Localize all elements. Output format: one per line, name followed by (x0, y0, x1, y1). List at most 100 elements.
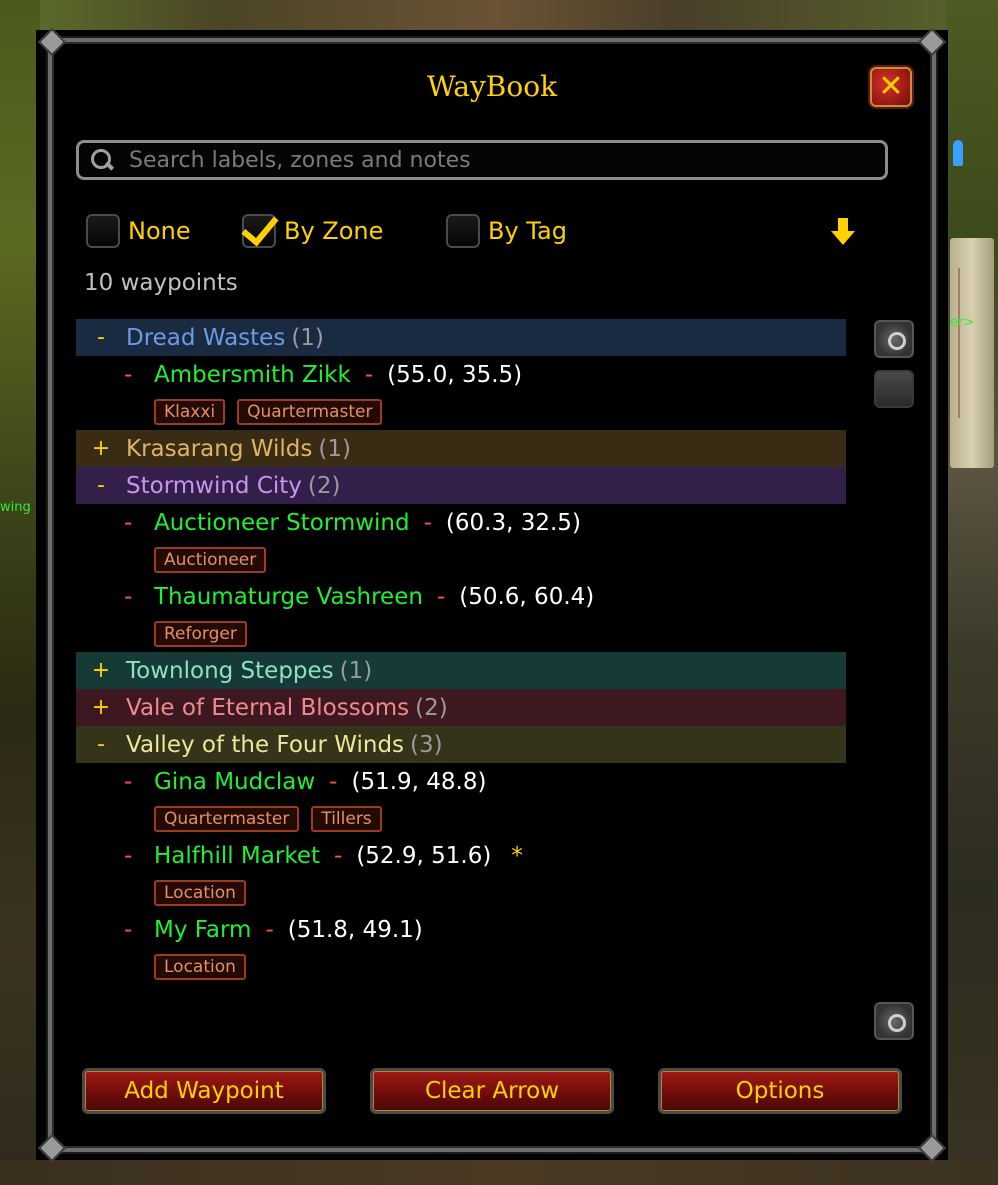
checkmark-icon (241, 207, 279, 247)
zone-waypoint-count: (1) (318, 435, 351, 462)
tag-badge[interactable]: Reforger (154, 620, 247, 647)
add-waypoint-button[interactable]: Add Waypoint (82, 1068, 326, 1114)
waypoint-name: My Farm (154, 916, 252, 943)
down-arrow-icon[interactable] (830, 218, 856, 248)
remove-waypoint-dash[interactable]: - (124, 917, 154, 943)
group-by-zone-option[interactable]: By Zone (241, 207, 384, 248)
zone-name: Dread Wastes (126, 324, 286, 351)
tag-badge[interactable]: Klaxxi (154, 398, 226, 425)
waypoint-separator: - (265, 916, 274, 943)
expand-toggle[interactable]: + (76, 658, 126, 683)
quest-marker-icon (953, 140, 963, 166)
group-none-option[interactable]: None (86, 214, 191, 248)
zone-name: Krasarang Wilds (126, 435, 313, 462)
world-background-left (0, 0, 40, 1185)
waypoint-coordinates: (51.9, 48.8) (351, 768, 487, 795)
waypoint-name: Thaumaturge Vashreen (154, 583, 423, 610)
zone-header[interactable]: - Dread Wastes (1) (76, 319, 846, 356)
zone-header[interactable]: + Krasarang Wilds (1) (76, 430, 846, 467)
zone-header[interactable]: + Townlong Steppes (1) (76, 652, 846, 689)
waypoint-star-marker: * (511, 842, 523, 869)
waypoint-tags: Klaxxi Quartermaster (76, 393, 846, 430)
waypoint-tags: Quartermaster Tillers (76, 800, 846, 837)
remove-waypoint-dash[interactable]: - (124, 769, 154, 795)
waypoint-separator: - (334, 842, 343, 869)
waypoint-tags: Location (76, 874, 846, 911)
scroll-down-button[interactable] (874, 1002, 914, 1040)
waypoint-separator: - (364, 361, 374, 388)
expand-toggle[interactable]: + (76, 695, 126, 720)
remove-waypoint-dash[interactable]: - (124, 362, 154, 388)
world-nameplate-left: wing (0, 500, 31, 515)
scrollbar-thumb[interactable] (874, 370, 914, 408)
group-none-label: None (128, 217, 191, 245)
world-background-right (946, 0, 998, 1185)
zone-waypoint-count: (2) (415, 694, 448, 721)
waypoint-coordinates: (55.0, 35.5) (387, 361, 523, 388)
zone-waypoint-count: (3) (410, 731, 443, 758)
waybook-window: WayBook ✕ None By Zone By Tag 10 waypoin… (36, 27, 948, 1163)
remove-waypoint-dash[interactable]: - (124, 843, 154, 869)
zone-name: Stormwind City (126, 472, 302, 499)
waypoint-separator: - (329, 768, 338, 795)
waypoint-coordinates: (60.3, 32.5) (445, 509, 581, 536)
waypoint-row[interactable]: - Auctioneer Stormwind - (60.3, 32.5) (76, 504, 846, 541)
zone-name: Valley of the Four Winds (126, 731, 405, 758)
group-by-tag-option[interactable]: By Tag (446, 214, 567, 248)
options-button[interactable]: Options (658, 1068, 902, 1114)
group-by-zone-checkbox[interactable] (241, 207, 279, 248)
collapse-toggle[interactable]: - (76, 732, 126, 757)
waypoint-row[interactable]: - Halfhill Market - (52.9, 51.6) * (76, 837, 846, 874)
waypoint-name: Gina Mudclaw (154, 768, 316, 795)
tag-badge[interactable]: Location (154, 953, 246, 980)
zone-header[interactable]: + Vale of Eternal Blossoms (2) (76, 689, 846, 726)
waypoint-row[interactable]: - Gina Mudclaw - (51.9, 48.8) (76, 763, 846, 800)
collapse-toggle[interactable]: - (76, 473, 126, 498)
clear-arrow-button[interactable]: Clear Arrow (370, 1068, 614, 1114)
waypoint-separator: - (436, 583, 446, 610)
world-nameplate-right: er> (950, 315, 975, 330)
waypoint-coordinates: (51.8, 49.1) (287, 916, 423, 943)
remove-waypoint-dash[interactable]: - (124, 584, 154, 610)
group-by-tag-label: By Tag (488, 217, 567, 245)
world-scroll-banner (950, 238, 994, 468)
waypoint-row[interactable]: - Thaumaturge Vashreen - (50.6, 60.4) (76, 578, 846, 615)
waypoint-tags: Reforger (76, 615, 846, 652)
tag-badge[interactable]: Auctioneer (154, 546, 267, 573)
zone-waypoint-count: (1) (339, 657, 373, 684)
world-background-bottom (0, 1160, 998, 1185)
waypoint-list: - Dread Wastes (1) - Ambersmith Zikk - (55.0, … (76, 319, 846, 985)
search-icon (89, 147, 115, 173)
waypoint-name: Ambersmith Zikk (154, 361, 351, 388)
waypoint-separator: - (423, 509, 432, 536)
close-button[interactable]: ✕ (868, 65, 914, 109)
waypoint-coordinates: (52.9, 51.6) (356, 842, 492, 869)
waypoint-tags: Auctioneer (76, 541, 846, 578)
scroll-up-button[interactable] (874, 320, 914, 358)
waypoint-row[interactable]: - My Farm - (51.8, 49.1) (76, 911, 846, 948)
zone-header[interactable]: - Stormwind City (2) (76, 467, 846, 504)
waypoint-count: 10 waypoints (84, 270, 238, 296)
waypoint-tags: Location (76, 948, 846, 985)
close-x-icon: ✕ (878, 69, 904, 104)
zone-waypoint-count: (1) (291, 324, 324, 351)
waypoint-row[interactable]: - Ambersmith Zikk - (55.0, 35.5) (76, 356, 846, 393)
tag-badge[interactable]: Tillers (311, 805, 382, 832)
group-by-tag-checkbox[interactable] (446, 214, 480, 248)
remove-waypoint-dash[interactable]: - (124, 510, 154, 536)
group-none-checkbox[interactable] (86, 214, 120, 248)
window-title: WayBook (426, 70, 558, 103)
tag-badge[interactable]: Quartermaster (237, 398, 383, 425)
waypoint-name: Auctioneer Stormwind (154, 509, 410, 536)
group-by-zone-label: By Zone (284, 217, 384, 245)
expand-toggle[interactable]: + (76, 436, 126, 461)
zone-waypoint-count: (2) (307, 472, 341, 499)
tag-badge[interactable]: Quartermaster (154, 805, 300, 832)
tag-badge[interactable]: Location (154, 879, 246, 906)
zone-name: Vale of Eternal Blossoms (126, 694, 410, 721)
collapse-toggle[interactable]: - (76, 325, 126, 350)
search-box[interactable] (76, 140, 888, 180)
zone-header[interactable]: - Valley of the Four Winds (3) (76, 726, 846, 763)
search-input[interactable] (127, 146, 851, 174)
zone-name: Townlong Steppes (126, 657, 334, 684)
